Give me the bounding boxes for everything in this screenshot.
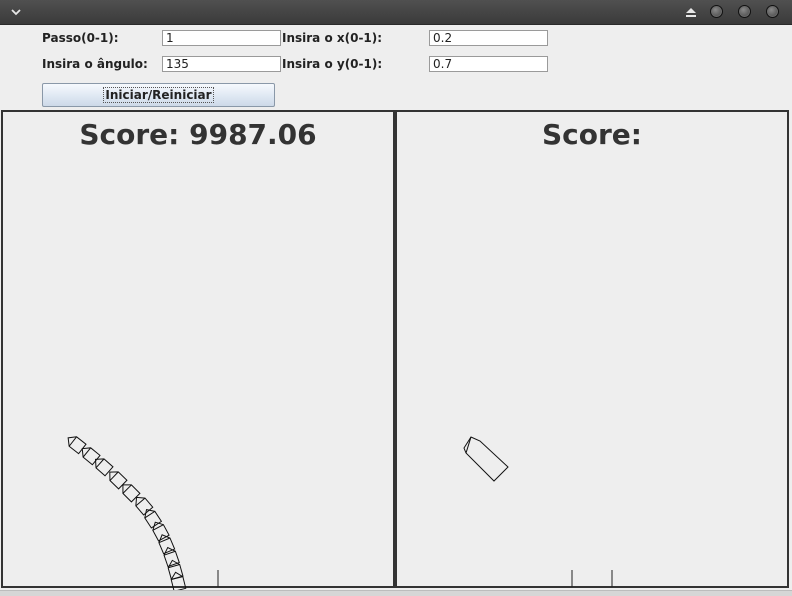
left-rocket-trail-segment bbox=[135, 496, 154, 516]
left-rocket-trail bbox=[67, 436, 187, 592]
right-rocket bbox=[463, 436, 509, 482]
left-rocket-trail-segment bbox=[158, 534, 176, 555]
left-rocket-trail-seam bbox=[122, 484, 132, 494]
left-rocket-trail-seam bbox=[68, 436, 77, 447]
left-rocket-trail-seam bbox=[109, 471, 119, 481]
game-scene bbox=[67, 436, 613, 592]
left-rocket-trail-segment bbox=[170, 571, 187, 592]
left-rocket-trail-seam bbox=[82, 447, 92, 458]
left-rocket-trail-seam bbox=[95, 458, 105, 469]
left-rocket-trail-seam bbox=[135, 497, 146, 507]
left-rocket-trail-segment bbox=[81, 447, 101, 466]
left-rocket-trail-segment bbox=[167, 559, 184, 580]
left-rocket-trail-segment bbox=[144, 509, 163, 529]
right-rocket-seam bbox=[465, 436, 472, 454]
window-bottom-edge bbox=[0, 590, 792, 596]
